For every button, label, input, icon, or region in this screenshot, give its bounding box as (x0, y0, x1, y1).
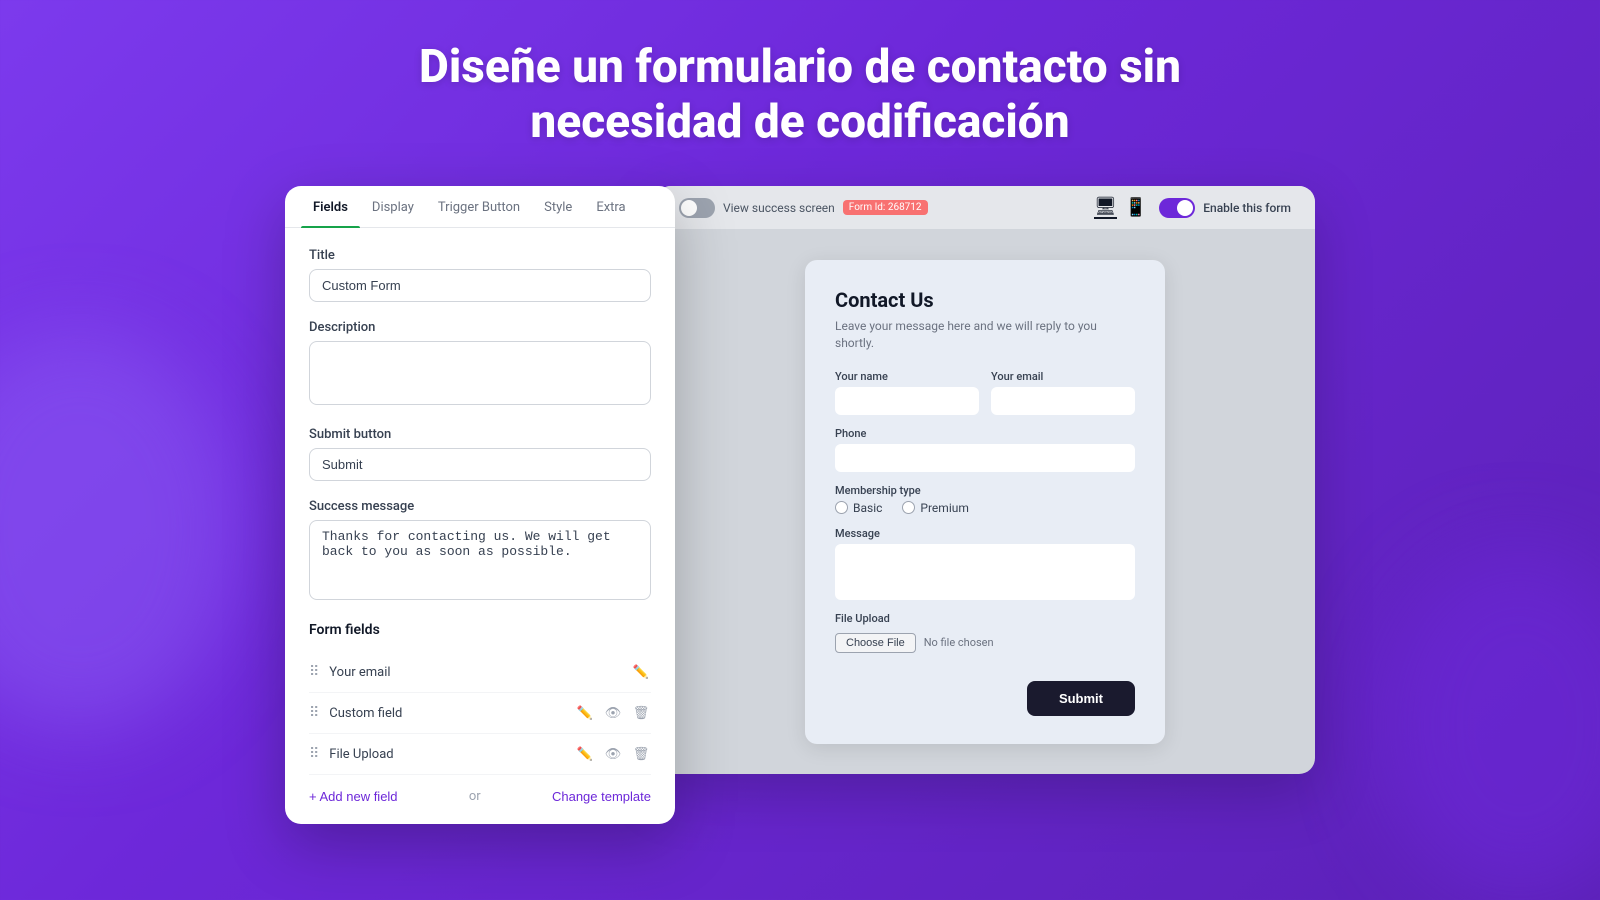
tab-extra[interactable]: Extra (584, 186, 637, 227)
change-template-button[interactable]: Change template (552, 789, 651, 804)
message-label: Message (835, 527, 1135, 540)
tab-style[interactable]: Style (532, 186, 584, 227)
visibility-icon-fileupload[interactable]: 👁 (603, 744, 623, 764)
radio-circle-premium (902, 501, 915, 514)
membership-radio-group: Basic Premium (835, 501, 1135, 515)
submit-label: Submit button (309, 427, 651, 442)
delete-icon-custom[interactable]: 🗑 (631, 703, 651, 723)
field-row-fileupload: ⠿ File Upload ✏️ 👁 🗑 (309, 734, 651, 775)
form-fields-list: ⠿ Your email ✏️ ⠿ Custom field ✏️ 👁 (309, 652, 651, 775)
radio-premium-label: Premium (920, 501, 968, 515)
edit-icon-fileupload[interactable]: ✏️ (575, 744, 595, 764)
enable-form-toggle[interactable] (1159, 198, 1195, 218)
radio-basic[interactable]: Basic (835, 501, 882, 515)
no-file-text: No file chosen (924, 636, 994, 649)
field-actions-email: ✏️ (631, 662, 651, 682)
description-textarea[interactable] (309, 341, 651, 405)
membership-label: Membership type (835, 484, 1135, 497)
right-panel-content: Contact Us Leave your message here and w… (655, 230, 1315, 774)
name-email-row: Your name Your email (835, 370, 1135, 415)
submit-group: Submit button (309, 427, 651, 481)
success-group: Success message Thanks for contacting us… (309, 499, 651, 604)
file-upload-group: File Upload Choose File No file chosen (835, 612, 1135, 653)
phone-label: Phone (835, 427, 1135, 440)
drag-handle-email[interactable]: ⠿ (309, 664, 319, 680)
your-email-label: Your email (991, 370, 1135, 383)
delete-icon-fileupload[interactable]: 🗑 (631, 744, 651, 764)
field-actions-fileupload: ✏️ 👁 🗑 (575, 744, 651, 764)
desktop-icon[interactable]: 🖥 (1094, 196, 1117, 219)
your-email-input[interactable] (991, 387, 1135, 415)
message-textarea[interactable] (835, 544, 1135, 600)
field-actions-custom: ✏️ 👁 🗑 (575, 703, 651, 723)
toolbar: View success screen Form Id: 268712 🖥 📱 … (655, 186, 1315, 230)
edit-icon-custom[interactable]: ✏️ (575, 703, 595, 723)
file-upload-row: Choose File No file chosen (835, 633, 1135, 653)
your-name-label: Your name (835, 370, 979, 383)
form-id-badge: Form Id: 268712 (843, 200, 928, 215)
submit-input[interactable] (309, 448, 651, 481)
right-panel: View success screen Form Id: 268712 🖥 📱 … (655, 186, 1315, 774)
file-upload-label: File Upload (835, 612, 1135, 625)
ui-container: Fields Display Trigger Button Style Extr… (285, 186, 1315, 824)
or-text: or (469, 789, 481, 804)
left-panel: Fields Display Trigger Button Style Extr… (285, 186, 675, 824)
phone-input[interactable] (835, 444, 1135, 472)
mobile-icon[interactable]: 📱 (1125, 197, 1147, 218)
radio-circle-basic (835, 501, 848, 514)
membership-group: Membership type Basic Premium (835, 484, 1135, 515)
add-new-field-button[interactable]: + Add new field (309, 789, 398, 804)
headline: Diseñe un formulario de contacto sin nec… (419, 40, 1181, 150)
view-success-toggle-wrap: View success screen Form Id: 268712 (679, 198, 928, 218)
edit-icon-email[interactable]: ✏️ (631, 662, 651, 682)
tab-trigger[interactable]: Trigger Button (426, 186, 532, 227)
contact-form-desc: Leave your message here and we will repl… (835, 318, 1135, 352)
tabs-bar: Fields Display Trigger Button Style Extr… (285, 186, 675, 228)
radio-premium[interactable]: Premium (902, 501, 968, 515)
drag-handle-fileupload[interactable]: ⠿ (309, 746, 319, 762)
field-row-email: ⠿ Your email ✏️ (309, 652, 651, 693)
field-name-fileupload: File Upload (329, 747, 575, 762)
title-group: Title (309, 248, 651, 302)
your-email-group: Your email (991, 370, 1135, 415)
tab-fields[interactable]: Fields (301, 186, 360, 227)
form-fields-title: Form fields (309, 622, 651, 638)
radio-basic-label: Basic (853, 501, 882, 515)
headline-line1: Diseñe un formulario de contacto sin (419, 40, 1181, 94)
success-label: Success message (309, 499, 651, 514)
view-success-toggle[interactable] (679, 198, 715, 218)
add-field-row: + Add new field or Change template (309, 775, 651, 804)
device-icons: 🖥 📱 (1094, 196, 1147, 219)
field-name-custom: Custom field (329, 706, 575, 721)
field-name-email: Your email (329, 665, 631, 680)
title-label: Title (309, 248, 651, 263)
visibility-icon-custom[interactable]: 👁 (603, 703, 623, 723)
your-name-input[interactable] (835, 387, 979, 415)
description-label: Description (309, 320, 651, 335)
field-row-custom: ⠿ Custom field ✏️ 👁 🗑 (309, 693, 651, 734)
message-group: Message (835, 527, 1135, 600)
title-input[interactable] (309, 269, 651, 302)
contact-form-title: Contact Us (835, 288, 1135, 312)
enable-toggle-wrap: Enable this form (1159, 198, 1291, 218)
phone-group: Phone (835, 427, 1135, 472)
description-group: Description (309, 320, 651, 409)
your-name-group: Your name (835, 370, 979, 415)
contact-form-submit-button[interactable]: Submit (1027, 681, 1135, 716)
enable-label: Enable this form (1203, 201, 1291, 215)
success-textarea[interactable]: Thanks for contacting us. We will get ba… (309, 520, 651, 600)
contact-form-card: Contact Us Leave your message here and w… (805, 260, 1165, 744)
drag-handle-custom[interactable]: ⠿ (309, 705, 319, 721)
choose-file-button[interactable]: Choose File (835, 633, 916, 653)
view-success-label: View success screen (723, 201, 835, 215)
tab-display[interactable]: Display (360, 186, 426, 227)
headline-line2: necesidad de codificación (530, 95, 1069, 149)
panel-body: Title Description Submit button Success … (285, 228, 675, 824)
